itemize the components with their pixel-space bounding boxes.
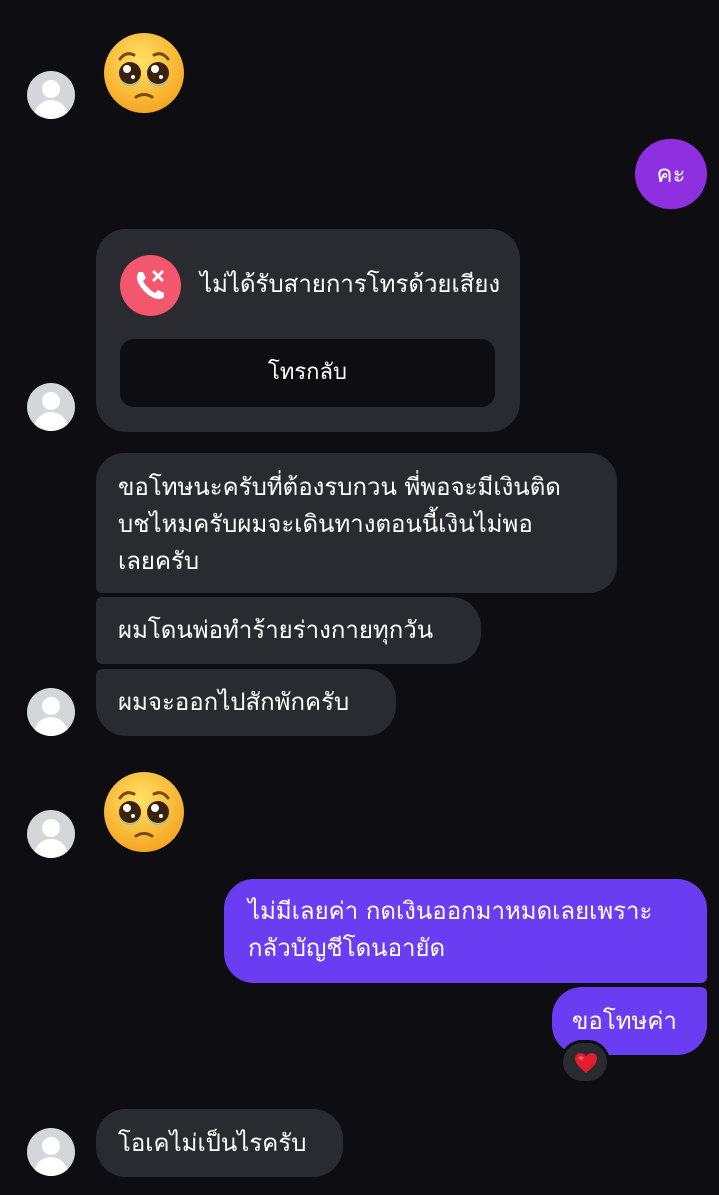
message-text-line: เลยครับ bbox=[118, 547, 200, 575]
message-text-line: บชไหมครับผมจะเดินทางตอนนี้เงินไม่พอ bbox=[118, 510, 533, 538]
message-reaction[interactable] bbox=[560, 1040, 610, 1084]
incoming-message[interactable]: ขอโทษนะครับที่ต้องรบกวน พี่พอจะมีเงินติด… bbox=[96, 453, 617, 593]
contact-avatar[interactable] bbox=[27, 810, 75, 858]
contact-avatar[interactable] bbox=[27, 383, 75, 431]
message-text-line: ขอโทษนะครับที่ต้องรบกวน พี่พอจะมีเงินติด bbox=[118, 473, 561, 501]
outgoing-message[interactable]: ไม่มีเลยค่า กดเงินออกมาหมดเลยเพราะ กลัวบ… bbox=[224, 879, 707, 983]
incoming-message[interactable]: ผมจะออกไปสักพักครับ bbox=[96, 669, 396, 736]
contact-avatar[interactable] bbox=[27, 1128, 75, 1176]
message-text: โอเคไม่เป็นไรครับ bbox=[118, 1129, 307, 1157]
message-text-line: ไม่มีเลยค่า กดเงินออกมาหมดเลยเพราะ bbox=[248, 897, 653, 925]
incoming-message[interactable]: ผมโดนพ่อทำร้ายร่างกายทุกวัน bbox=[96, 597, 481, 664]
pleading-face-emoji[interactable] bbox=[102, 770, 186, 854]
missed-call-icon bbox=[120, 255, 181, 316]
missed-call-card: ไม่ได้รับสายการโทรด้วยเสียง โทรกลับ bbox=[96, 229, 520, 432]
message-text: ขอโทษค่า bbox=[572, 1007, 677, 1035]
contact-avatar[interactable] bbox=[27, 71, 75, 119]
heart-icon bbox=[575, 1053, 597, 1073]
contact-avatar[interactable] bbox=[27, 688, 75, 736]
pleading-face-emoji[interactable] bbox=[102, 31, 186, 115]
message-text: คะ bbox=[656, 160, 686, 188]
outgoing-message[interactable]: คะ bbox=[635, 139, 707, 209]
incoming-message[interactable]: โอเคไม่เป็นไรครับ bbox=[96, 1109, 343, 1177]
message-text: ผมจะออกไปสักพักครับ bbox=[118, 688, 350, 716]
message-text: ผมโดนพ่อทำร้ายร่างกายทุกวัน bbox=[118, 616, 434, 644]
missed-call-title: ไม่ได้รับสายการโทรด้วยเสียง bbox=[200, 270, 501, 298]
call-back-button[interactable]: โทรกลับ bbox=[120, 339, 495, 407]
message-text-line: กลัวบัญชีโดนอายัด bbox=[248, 934, 446, 962]
